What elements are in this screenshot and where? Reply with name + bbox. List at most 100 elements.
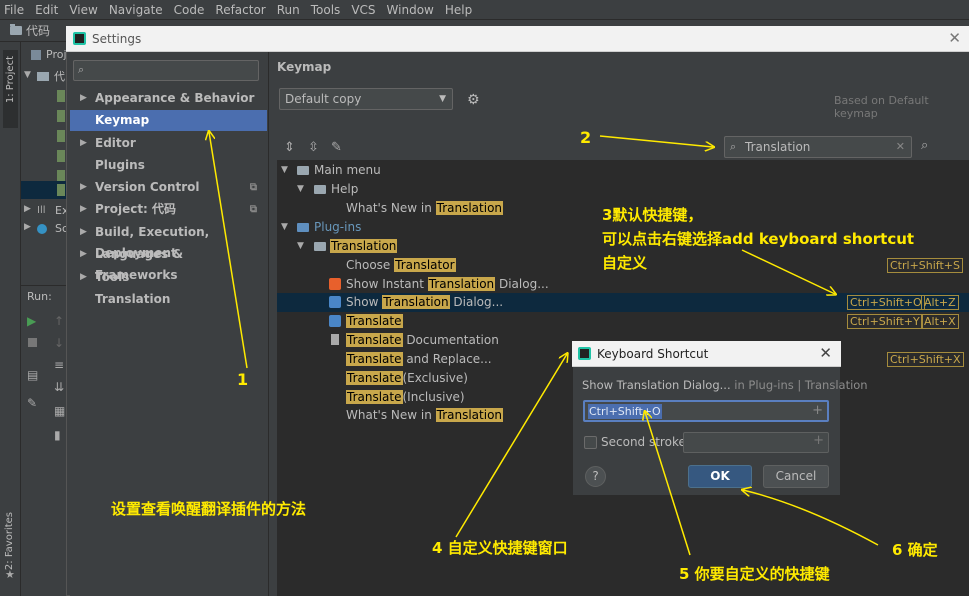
sidebar-item-label: Tools xyxy=(95,270,130,284)
action-path: in Plug-ins | Translation xyxy=(730,378,868,392)
annotation-2: 2 xyxy=(580,128,592,147)
search-icon: ⌕ xyxy=(78,63,85,76)
close-icon[interactable]: ✕ xyxy=(948,29,961,47)
expand-arrow-icon[interactable]: ▼ xyxy=(281,218,288,237)
second-stroke-input[interactable]: + xyxy=(683,432,829,453)
expand-arrow-icon[interactable]: ▶ xyxy=(24,204,31,214)
based-on-label: Based on Default keymap xyxy=(834,94,929,120)
annotation-3-line2: 可以点击右键选择add keyboard shortcut xyxy=(602,230,915,248)
collapse-all-icon[interactable]: ⇳ xyxy=(308,140,319,155)
intellij-icon xyxy=(578,347,591,360)
shortcut-badge: Ctrl+Shift+X xyxy=(887,352,964,367)
file-icon xyxy=(57,130,65,142)
close-icon[interactable]: ✕ xyxy=(819,344,832,362)
menu-view[interactable]: View xyxy=(69,3,97,17)
pin-icon[interactable]: ✎ xyxy=(27,396,37,410)
menu-tools[interactable]: Tools xyxy=(311,3,341,17)
sidebar-item-tools[interactable]: ▶ Tools xyxy=(70,267,267,288)
soft-wrap-icon[interactable]: ≡ xyxy=(54,358,64,372)
keymap-search-value: Translation xyxy=(745,140,811,154)
search-highlight: Translator xyxy=(394,258,456,272)
search-highlight: Translation xyxy=(427,277,496,291)
folder-icon xyxy=(297,223,309,232)
sidebar-item-appearance[interactable]: ▶ Appearance & Behavior xyxy=(70,88,267,109)
project-tab-label: 1: Project xyxy=(5,56,16,104)
edit-icon[interactable]: ✎ xyxy=(331,140,342,155)
menu-bar: File Edit View Navigate Code Refactor Ru… xyxy=(0,0,969,20)
menu-refactor[interactable]: Refactor xyxy=(215,3,265,17)
settings-title: Settings xyxy=(92,32,142,46)
tree-label: Plug-ins xyxy=(314,220,362,234)
cancel-button[interactable]: Cancel xyxy=(763,465,829,488)
print-icon[interactable]: ▦ xyxy=(54,404,65,418)
tree-row-show-instant[interactable]: Show Instant Translation Dialog... xyxy=(277,275,969,294)
arrow-up-icon[interactable]: ↑ xyxy=(54,314,64,328)
plus-icon[interactable]: + xyxy=(813,433,824,448)
translate-icon xyxy=(329,278,341,290)
keymap-search-input[interactable]: ⌕ Translation ✕ xyxy=(724,136,912,158)
expand-arrow-icon[interactable]: ▼ xyxy=(281,161,288,180)
document-icon xyxy=(331,334,339,345)
project-panel-header[interactable]: Proj xyxy=(46,48,67,61)
sidebar-item-languages[interactable]: ▶ Languages & Frameworks xyxy=(70,244,267,282)
stop-icon[interactable] xyxy=(28,338,37,347)
folder-icon xyxy=(314,185,326,194)
project-root-node[interactable]: 代 xyxy=(54,68,65,84)
run-icon[interactable]: ▶ xyxy=(27,314,36,328)
menu-help[interactable]: Help xyxy=(445,3,472,17)
menu-edit[interactable]: Edit xyxy=(35,3,58,17)
search-highlight: Translate xyxy=(346,390,403,404)
search-highlight: Translation xyxy=(435,408,504,422)
annotation-3-line3: 自定义 xyxy=(602,254,648,272)
translate-icon xyxy=(329,315,341,327)
project-tab[interactable]: 1: Project xyxy=(3,50,18,128)
expand-arrow-icon[interactable]: ▶ xyxy=(24,222,31,232)
sidebar-item-translation[interactable]: Translation xyxy=(70,289,267,310)
menu-run[interactable]: Run xyxy=(277,3,300,17)
menu-navigate[interactable]: Navigate xyxy=(109,3,163,17)
expand-arrow-icon: ▶ xyxy=(80,204,87,214)
gear-icon[interactable]: ⚙ xyxy=(467,92,480,108)
expand-arrow-icon[interactable]: ▼ xyxy=(297,237,304,256)
sidebar-item-build[interactable]: ▶ Build, Execution, Deployment xyxy=(70,222,267,260)
second-stroke-checkbox[interactable] xyxy=(584,436,597,449)
menu-window[interactable]: Window xyxy=(387,3,434,17)
clear-icon[interactable]: ✕ xyxy=(896,137,905,157)
scroll-to-end-icon[interactable]: ⇊ xyxy=(54,380,64,394)
left-tool-strip: 1: Project 2: Favorites ★ xyxy=(0,42,21,596)
plus-icon[interactable]: + xyxy=(812,403,823,418)
sidebar-item-editor[interactable]: ▶ Editor xyxy=(70,133,267,154)
tree-row-translate[interactable]: Translate Ctrl+Shift+Y Alt+X xyxy=(277,312,969,331)
sidebar-item-label: Appearance & Behavior xyxy=(95,91,255,105)
tree-row-help[interactable]: ▼ Help xyxy=(277,180,969,199)
menu-file[interactable]: File xyxy=(4,3,24,17)
ok-button[interactable]: OK xyxy=(688,465,752,488)
shortcut-badge: Ctrl+Shift+S xyxy=(887,258,963,273)
sidebar-item-project[interactable]: ▶ Project: 代码 ⧉ xyxy=(70,199,267,220)
expand-arrow-icon: ▶ xyxy=(80,182,87,192)
find-by-shortcut-icon[interactable]: ⌕ xyxy=(921,138,928,153)
breadcrumb[interactable]: 代码 xyxy=(26,22,50,39)
search-highlight: Translation xyxy=(382,295,450,309)
sidebar-item-keymap[interactable]: Keymap xyxy=(70,110,267,131)
tree-row-show-translation-dialog[interactable]: Show Translation Dialog... Ctrl+Shift+O … xyxy=(277,293,969,312)
help-button[interactable]: ? xyxy=(585,466,606,487)
sidebar-item-version-control[interactable]: ▶ Version Control ⧉ xyxy=(70,177,267,198)
keymap-scheme-select[interactable]: Default copy ▼ xyxy=(279,88,453,110)
file-icon xyxy=(57,90,65,102)
first-stroke-input[interactable]: Ctrl+Shift+O + xyxy=(583,400,829,422)
expand-arrow-icon[interactable]: ▼ xyxy=(24,70,31,80)
tree-row-main-menu[interactable]: ▼ Main menu xyxy=(277,161,969,180)
arrow-down-icon[interactable]: ↓ xyxy=(54,336,64,350)
trash-icon[interactable]: ▮ xyxy=(54,428,61,442)
annotation-4: 4 自定义快捷键窗口 xyxy=(432,539,568,557)
expand-all-icon[interactable]: ⇕ xyxy=(284,140,295,155)
sidebar-item-plugins[interactable]: Plugins xyxy=(70,155,267,176)
menu-code[interactable]: Code xyxy=(174,3,205,17)
project-view-icon xyxy=(31,50,41,60)
settings-search-input[interactable]: ⌕ xyxy=(73,60,259,81)
menu-vcs[interactable]: VCS xyxy=(351,3,375,17)
layout-icon[interactable]: ▤ xyxy=(27,368,38,382)
expand-arrow-icon[interactable]: ▼ xyxy=(297,180,304,199)
favorites-tab[interactable]: 2: Favorites xyxy=(4,512,15,570)
